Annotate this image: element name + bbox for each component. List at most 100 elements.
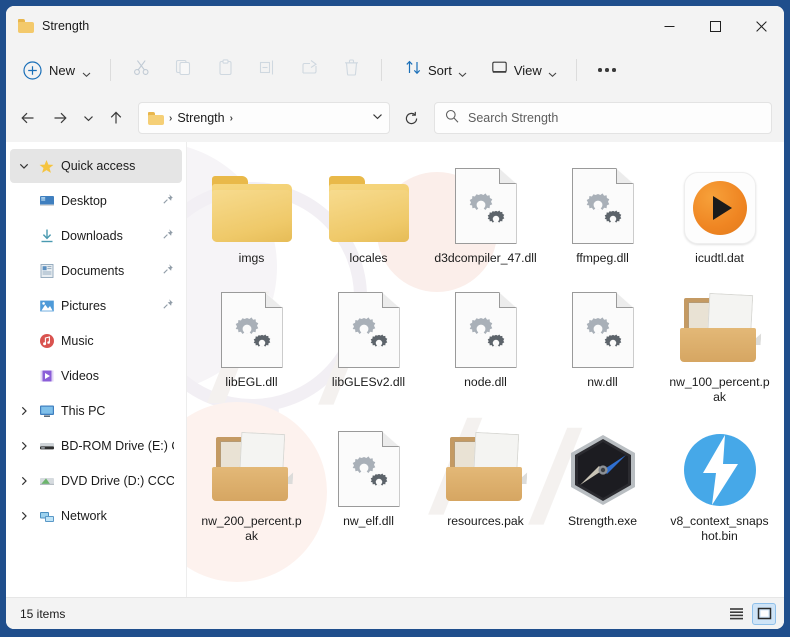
- file-item[interactable]: nw_elf.dll: [310, 417, 427, 548]
- exe-file-icon: [567, 421, 639, 507]
- share-icon: [301, 59, 318, 81]
- chevron-right-icon[interactable]: [16, 403, 32, 419]
- sort-button-label: Sort: [428, 62, 452, 78]
- file-name: nw_200_percent.pak: [201, 514, 302, 543]
- window-body: Quick access Desktop Downloads Documents…: [6, 142, 784, 597]
- file-item[interactable]: libEGL.dll: [193, 278, 310, 409]
- close-icon[interactable]: [738, 6, 784, 46]
- pictures-icon: [38, 298, 55, 315]
- file-item[interactable]: locales: [310, 154, 427, 270]
- ellipsis-icon: [598, 68, 616, 72]
- refresh-button[interactable]: [394, 102, 428, 134]
- dll-file-icon: [337, 421, 400, 507]
- delete-button[interactable]: [331, 53, 371, 87]
- maximize-icon[interactable]: [692, 6, 738, 46]
- dat-file-icon: [683, 158, 756, 244]
- file-item[interactable]: nw_200_percent.pak: [193, 417, 310, 548]
- this-pc-icon: [38, 403, 55, 420]
- copy-button[interactable]: [163, 53, 203, 87]
- pin-icon[interactable]: [162, 297, 174, 315]
- new-button[interactable]: New: [16, 55, 100, 86]
- sidebar-item-quick-access[interactable]: Quick access: [10, 149, 182, 183]
- chevron-down-icon: [548, 66, 557, 77]
- back-button[interactable]: [12, 102, 44, 134]
- address-bar: › Strength › Search Strength: [6, 94, 784, 142]
- file-item[interactable]: Strength.exe: [544, 417, 661, 548]
- view-toggle-group: [724, 602, 776, 625]
- chevron-right-icon[interactable]: [16, 438, 32, 454]
- window-frame: Strength New Sort View › Strength › Sear…: [0, 0, 790, 637]
- share-button[interactable]: [289, 53, 329, 87]
- file-name: libGLESv2.dll: [331, 375, 406, 389]
- rename-button[interactable]: [247, 53, 287, 87]
- see-more-button[interactable]: [587, 53, 627, 87]
- pin-icon[interactable]: [162, 192, 174, 210]
- sidebar-item-desktop[interactable]: Desktop: [10, 184, 182, 218]
- sidebar-item-downloads[interactable]: Downloads: [10, 219, 182, 253]
- sidebar-item-label: DVD Drive (D:) CCCC: [61, 474, 174, 488]
- cut-button[interactable]: [121, 53, 161, 87]
- rename-icon: [259, 59, 276, 81]
- pin-icon[interactable]: [162, 227, 174, 245]
- sort-button[interactable]: Sort: [396, 53, 476, 87]
- chevron-down-icon[interactable]: [372, 109, 383, 127]
- sidebar-item-this-pc[interactable]: This PC: [10, 394, 182, 428]
- file-name: nw_100_percent.pak: [669, 375, 770, 404]
- sidebar-item-music[interactable]: Music: [10, 324, 182, 358]
- file-item[interactable]: libGLESv2.dll: [310, 278, 427, 409]
- dll-file-icon: [571, 282, 634, 368]
- status-bar: 15 items: [6, 597, 784, 629]
- command-bar: New Sort View: [6, 46, 784, 94]
- sidebar-item-label: BD-ROM Drive (E:) C: [61, 439, 174, 453]
- recent-locations-button[interactable]: [76, 102, 100, 134]
- view-button[interactable]: View: [482, 53, 566, 87]
- sidebar-item-pictures[interactable]: Pictures: [10, 289, 182, 323]
- dll-file-icon: [220, 282, 283, 368]
- pin-icon[interactable]: [162, 262, 174, 280]
- pak-file-icon: [210, 421, 294, 507]
- up-button[interactable]: [100, 102, 132, 134]
- forward-button[interactable]: [44, 102, 76, 134]
- dll-file-icon: [337, 282, 400, 368]
- file-name: icudtl.dat: [695, 251, 744, 265]
- sidebar-item-network[interactable]: Network: [10, 499, 182, 533]
- file-item[interactable]: nw.dll: [544, 278, 661, 409]
- file-item[interactable]: icudtl.dat: [661, 154, 778, 270]
- clipboard-icon: [217, 59, 234, 81]
- chevron-right-icon[interactable]: [16, 473, 32, 489]
- file-item[interactable]: d3dcompiler_47.dll: [427, 154, 544, 270]
- paste-button[interactable]: [205, 53, 245, 87]
- breadcrumb-separator: ›: [169, 112, 173, 124]
- chevron-right-icon[interactable]: [16, 508, 32, 524]
- sidebar-item-videos[interactable]: Videos: [10, 359, 182, 393]
- breadcrumb-bar[interactable]: › Strength ›: [138, 102, 390, 134]
- download-icon: [38, 228, 55, 245]
- file-item[interactable]: v8_context_snapshot.bin: [661, 417, 778, 548]
- file-item[interactable]: nw_100_percent.pak: [661, 278, 778, 409]
- search-icon: [445, 109, 459, 128]
- sidebar-item-label: Quick access: [61, 159, 136, 173]
- sidebar-item-bd-rom-drive[interactable]: BD-ROM Drive (E:) C: [10, 429, 182, 463]
- file-item[interactable]: ffmpeg.dll: [544, 154, 661, 270]
- minimize-icon[interactable]: [646, 6, 692, 46]
- documents-icon: [38, 263, 55, 280]
- file-name: v8_context_snapshot.bin: [670, 514, 769, 543]
- search-input[interactable]: Search Strength: [468, 111, 558, 125]
- sidebar-item-label: Documents: [61, 264, 125, 278]
- file-name: resources.pak: [447, 514, 524, 528]
- search-box[interactable]: Search Strength: [434, 102, 772, 134]
- chevron-down-icon: [82, 66, 91, 77]
- file-item[interactable]: node.dll: [427, 278, 544, 409]
- sidebar-item-documents[interactable]: Documents: [10, 254, 182, 288]
- file-item[interactable]: resources.pak: [427, 417, 544, 548]
- file-list-pane[interactable]: / / / / imgs: [187, 142, 784, 597]
- file-item[interactable]: imgs: [193, 154, 310, 270]
- pak-file-icon: [678, 282, 762, 368]
- videos-icon: [38, 368, 55, 385]
- large-icons-view-icon[interactable]: [752, 602, 776, 625]
- sidebar-item-label: This PC: [61, 404, 106, 418]
- chevron-down-icon[interactable]: [16, 158, 32, 174]
- list-view-icon[interactable]: [724, 603, 748, 625]
- sidebar-item-dvd-drive[interactable]: DVD Drive (D:) CCCC: [10, 464, 182, 498]
- breadcrumb-current[interactable]: Strength: [177, 111, 224, 125]
